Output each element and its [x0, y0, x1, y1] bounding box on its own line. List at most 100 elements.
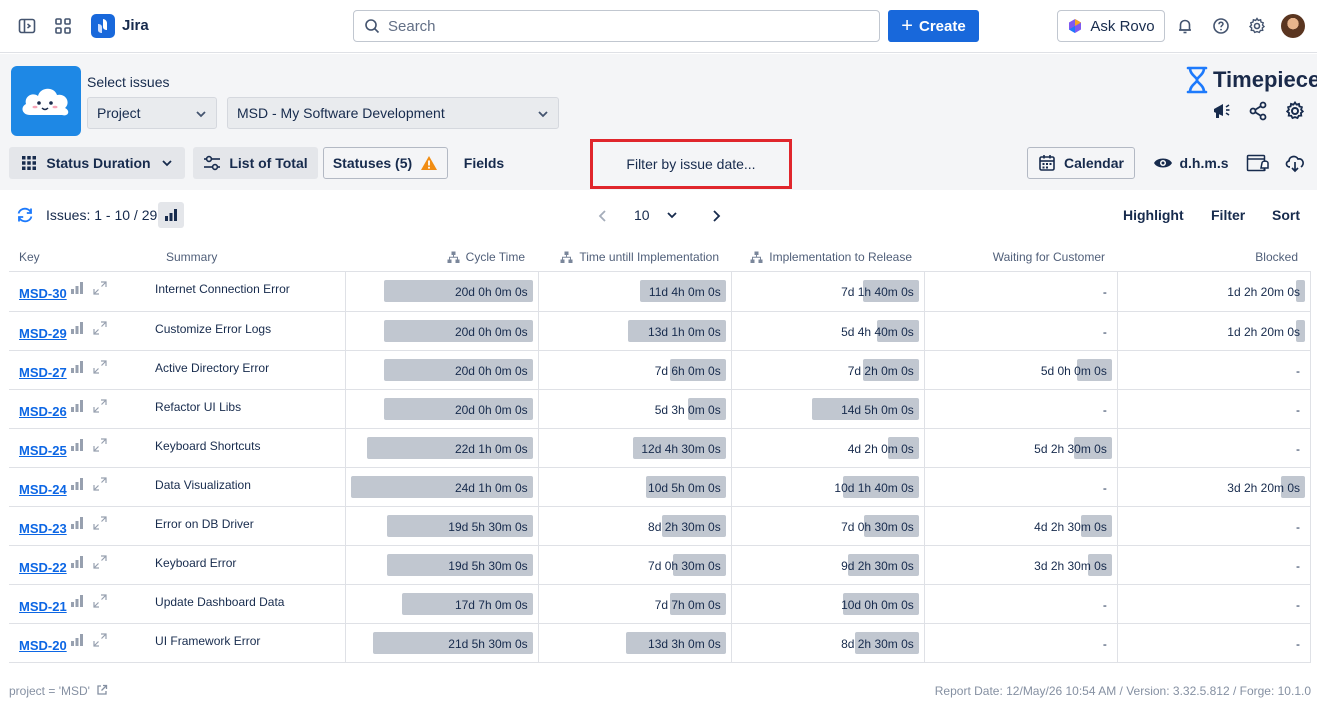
fields-button[interactable]: Fields: [456, 147, 512, 179]
refresh-icon[interactable]: [16, 206, 34, 227]
expand-icon[interactable]: [92, 632, 108, 650]
bar-chart-icon[interactable]: [70, 516, 84, 533]
statuses-button[interactable]: Statuses (5): [323, 147, 448, 179]
duration-cell: -: [923, 272, 1118, 312]
duration-cell: -: [923, 467, 1118, 507]
column-header-waiting-for-customer[interactable]: Waiting for Customer: [993, 250, 1105, 264]
duration-cell: 22d 1h 0m 0s: [344, 428, 539, 468]
expand-icon[interactable]: [92, 476, 108, 494]
issue-key-link[interactable]: MSD-23: [19, 521, 67, 536]
bar-chart-icon[interactable]: [70, 399, 84, 416]
duration-cell: 20d 0h 0m 0s: [344, 311, 539, 351]
bar-chart-icon[interactable]: [70, 633, 84, 650]
share-icon[interactable]: [1247, 100, 1269, 122]
duration-value: 3d 2h 30m 0s: [1034, 558, 1107, 573]
filter-by-issue-date-button[interactable]: Filter by issue date...: [590, 139, 792, 189]
app-name[interactable]: Jira: [122, 17, 149, 34]
scheduled-report-icon[interactable]: [1244, 147, 1272, 179]
column-header-key[interactable]: Key: [19, 250, 40, 264]
key-cell: MSD-25: [9, 428, 156, 468]
create-button[interactable]: + Create: [888, 10, 979, 42]
issue-key-link[interactable]: MSD-22: [19, 560, 67, 575]
previous-page-icon[interactable]: [598, 209, 608, 225]
hierarchy-icon: [447, 251, 460, 263]
highlight-button[interactable]: Highlight: [1123, 207, 1184, 223]
chart-view-icon[interactable]: [158, 202, 184, 228]
jira-logo-icon[interactable]: [91, 14, 115, 38]
bar-chart-icon[interactable]: [70, 594, 84, 611]
select-issues-label: Select issues: [87, 74, 170, 90]
duration-cell: -: [923, 311, 1118, 351]
duration-value: 13d 1h 0m 0s: [648, 324, 721, 339]
column-header-time-until-implementation[interactable]: Time untill Implementation: [560, 250, 719, 264]
expand-icon[interactable]: [92, 398, 108, 416]
expand-icon[interactable]: [92, 281, 108, 298]
issue-key-link[interactable]: MSD-29: [19, 326, 67, 341]
help-icon[interactable]: [1209, 14, 1233, 38]
issue-key-link[interactable]: MSD-27: [19, 365, 67, 380]
plus-icon: +: [901, 15, 913, 37]
filter-button[interactable]: Filter: [1211, 207, 1245, 223]
time-until-implementation-label: Time untill Implementation: [579, 250, 719, 264]
expand-icon[interactable]: [92, 515, 108, 533]
bar-chart-icon[interactable]: [70, 555, 84, 572]
calendar-button[interactable]: Calendar: [1027, 147, 1135, 179]
duration-cell: 10d 5h 0m 0s: [537, 467, 732, 507]
issue-key-link[interactable]: MSD-26: [19, 404, 67, 419]
implementation-to-release-label: Implementation to Release: [769, 250, 912, 264]
settings-gear-icon[interactable]: [1245, 14, 1269, 38]
bar-chart-icon[interactable]: [70, 360, 84, 377]
ask-rovo-button[interactable]: Ask Rovo: [1057, 10, 1165, 42]
app-settings-gear-icon[interactable]: [1284, 100, 1306, 122]
bar-chart-icon[interactable]: [70, 438, 84, 455]
cloud-download-icon[interactable]: [1282, 147, 1308, 179]
column-header-implementation-to-release[interactable]: Implementation to Release: [750, 250, 912, 264]
expand-icon[interactable]: [92, 593, 108, 611]
timepiece-brand-name: Timepiece: [1213, 67, 1317, 92]
list-of-total-button[interactable]: List of Total: [193, 147, 318, 179]
table-row: MSD-22 Keyboard Error 19d 5h 30m 0s 7d 0h 3…: [9, 545, 1312, 585]
search-input[interactable]: Search: [353, 10, 880, 42]
column-header-summary[interactable]: Summary: [166, 250, 217, 264]
table-row: MSD-23 Error on DB Driver 19d 5h 30m 0s 8d …: [9, 506, 1312, 546]
expand-icon[interactable]: [92, 437, 108, 455]
duration-cell: 12d 4h 30m 0s: [537, 428, 732, 468]
issue-key-link[interactable]: MSD-20: [19, 638, 67, 653]
column-header-cycle-time[interactable]: Cycle Time: [447, 250, 525, 264]
issue-key-link[interactable]: MSD-21: [19, 599, 67, 614]
hourglass-icon: [1186, 66, 1208, 94]
scope-select[interactable]: Project: [87, 97, 217, 129]
user-avatar[interactable]: [1281, 14, 1305, 38]
time-format-button[interactable]: d.h.m.s: [1151, 147, 1231, 179]
chevron-down-icon: [161, 160, 172, 167]
key-cell: MSD-23: [9, 506, 156, 546]
expand-icon[interactable]: [92, 554, 108, 572]
page-size-select[interactable]: 10: [624, 202, 688, 228]
duration-value: 21d 5h 30m 0s: [448, 636, 528, 651]
app-switcher-icon[interactable]: [51, 14, 75, 38]
project-select[interactable]: MSD - My Software Development: [227, 97, 559, 129]
duration-cell: 20d 0h 0m 0s: [344, 272, 539, 312]
summary-cell: Keyboard Error: [155, 545, 346, 585]
jql-query[interactable]: project = 'MSD': [9, 684, 108, 698]
expand-icon[interactable]: [92, 359, 108, 377]
column-header-blocked[interactable]: Blocked: [1255, 250, 1298, 264]
bar-chart-icon[interactable]: [70, 477, 84, 494]
jql-query-text: project = 'MSD': [9, 684, 90, 698]
issue-key-link[interactable]: MSD-30: [19, 286, 67, 301]
list-of-total-label: List of Total: [229, 155, 308, 171]
duration-cell: 8d 2h 30m 0s: [537, 506, 732, 546]
issue-key-link[interactable]: MSD-25: [19, 443, 67, 458]
sidebar-toggle-icon[interactable]: [15, 14, 39, 38]
notifications-icon[interactable]: [1173, 14, 1197, 38]
duration-cell: 1d 2h 20m 0s: [1116, 311, 1312, 351]
announcement-icon[interactable]: [1210, 100, 1232, 122]
status-duration-button[interactable]: Status Duration: [9, 147, 185, 179]
expand-icon[interactable]: [92, 320, 108, 338]
bar-chart-icon[interactable]: [70, 321, 84, 338]
duration-value: 7d 7h 0m 0s: [654, 597, 721, 612]
sort-button[interactable]: Sort: [1272, 207, 1300, 223]
issue-key-link[interactable]: MSD-24: [19, 482, 67, 497]
bar-chart-icon[interactable]: [70, 281, 84, 298]
next-page-icon[interactable]: [711, 209, 721, 225]
